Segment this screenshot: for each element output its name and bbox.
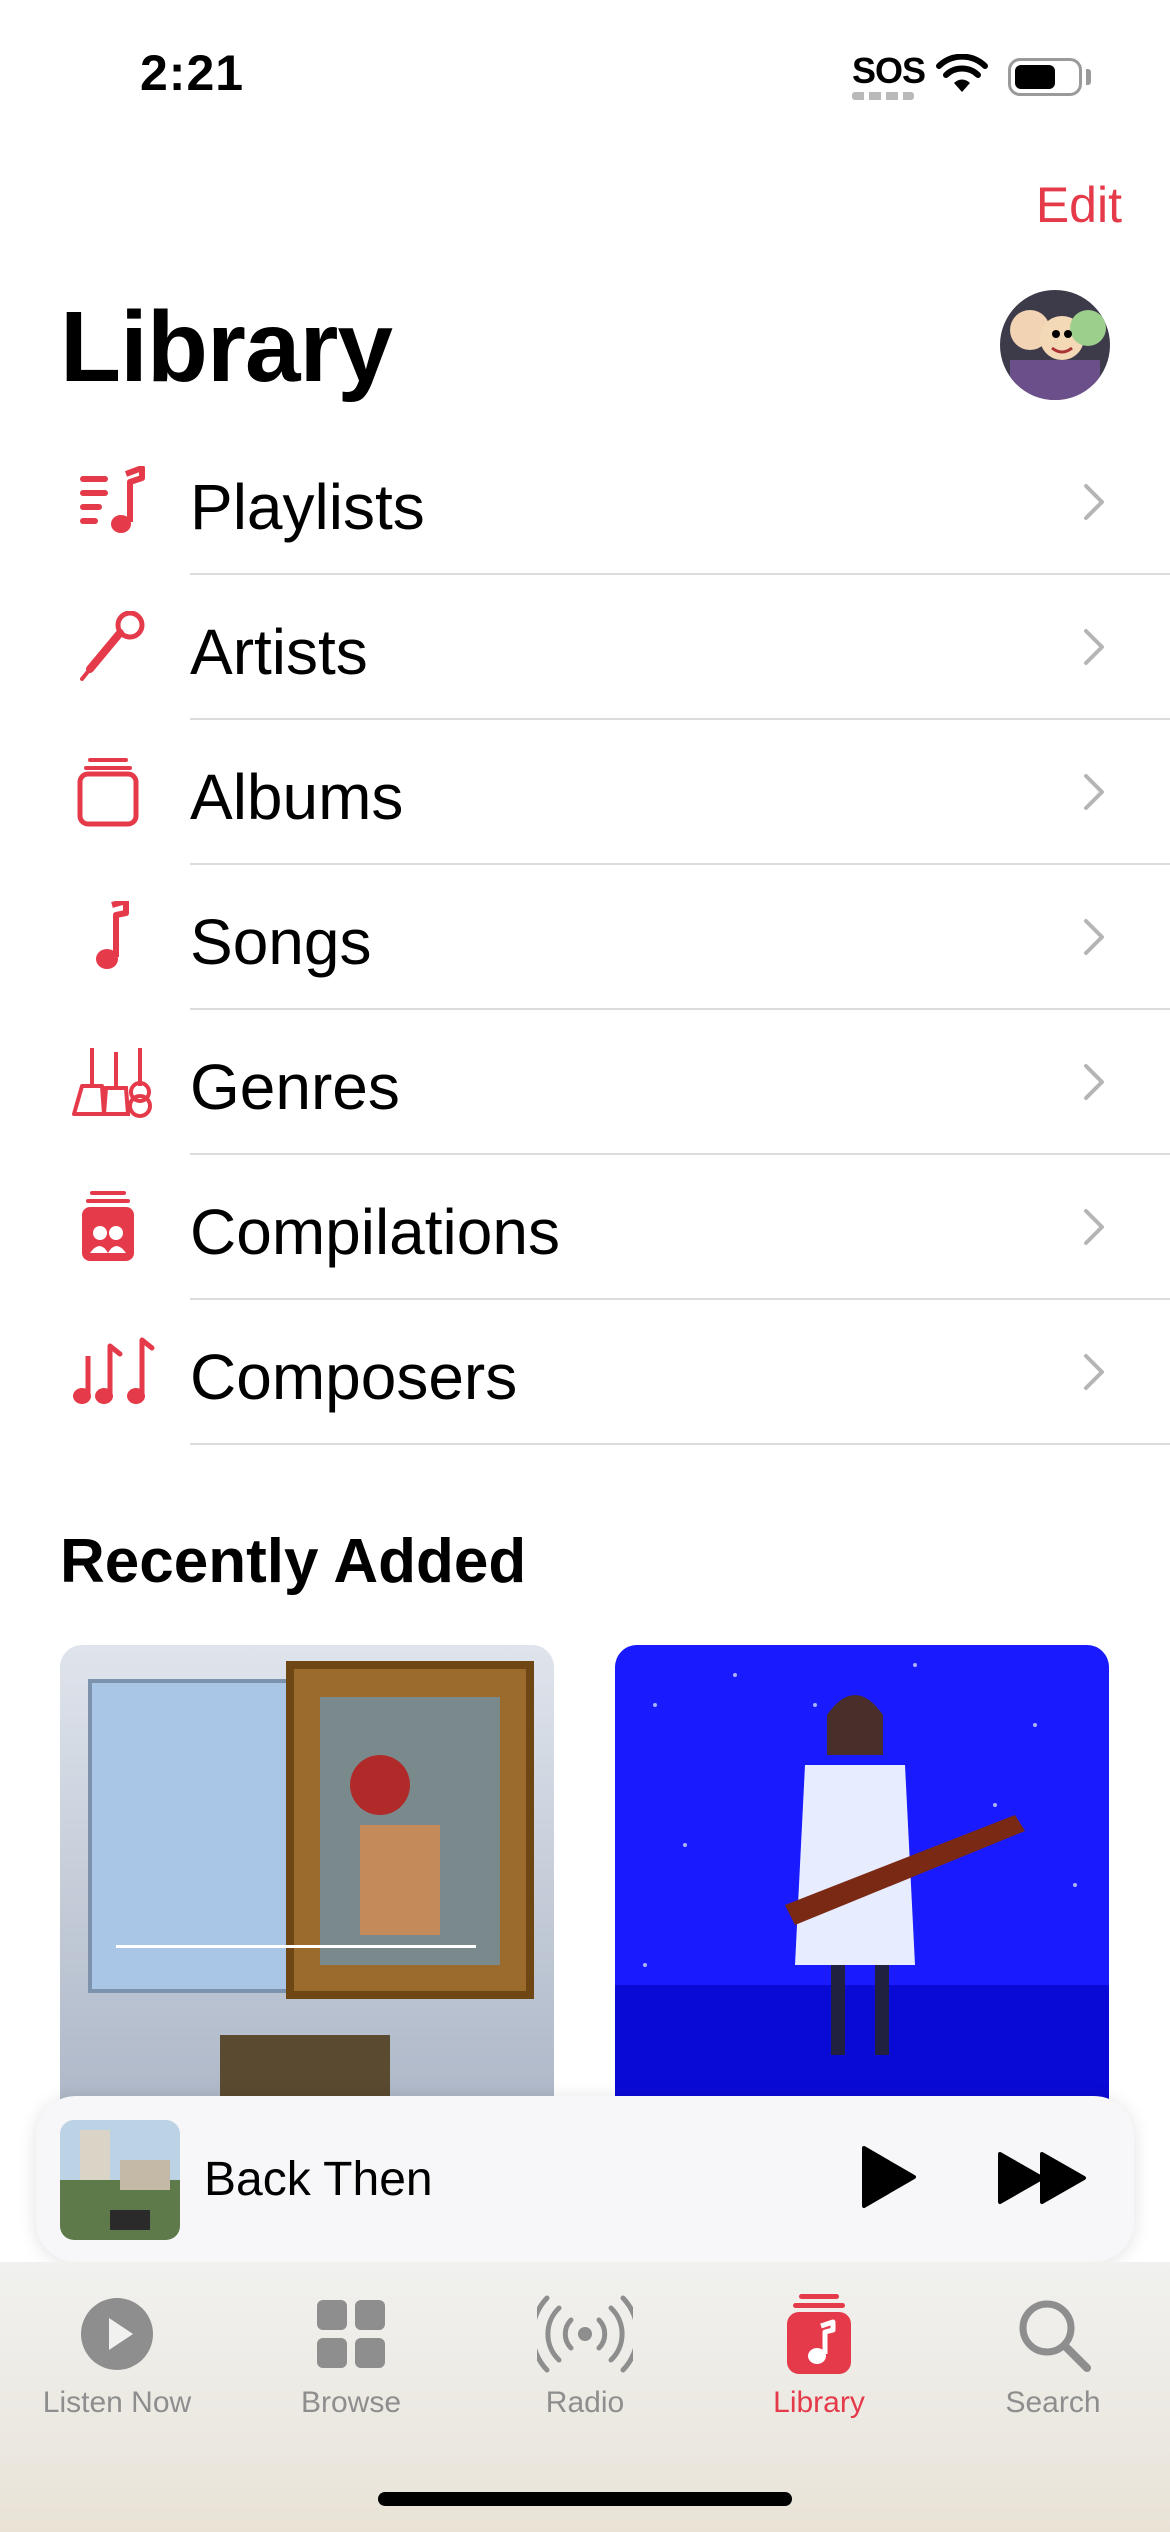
- home-indicator[interactable]: [378, 2492, 792, 2506]
- menu-row-artists[interactable]: Artists: [0, 575, 1170, 720]
- chevron-right-icon: [1084, 629, 1104, 665]
- menu-row-playlists[interactable]: Playlists: [0, 430, 1170, 575]
- fast-forward-icon[interactable]: [996, 2150, 1090, 2206]
- chevron-right-icon: [1084, 1064, 1104, 1100]
- tab-label: Library: [773, 2386, 865, 2419]
- menu-label-playlists: Playlists: [190, 471, 425, 543]
- row-divider: [190, 1443, 1170, 1445]
- recently-added-heading: Recently Added: [60, 1527, 527, 1596]
- microphone-icon: [80, 611, 145, 681]
- menu-row-composers[interactable]: Composers: [0, 1300, 1170, 1445]
- library-menu: Playlists Artists Albums Songs Genres Co…: [0, 430, 1170, 1445]
- menu-label-albums: Albums: [190, 761, 404, 833]
- mini-player[interactable]: Back Then: [36, 2096, 1134, 2262]
- chevron-right-icon: [1084, 1354, 1104, 1390]
- tab-library[interactable]: Library: [702, 2292, 936, 2420]
- battery-cap: [1086, 69, 1091, 85]
- tab-label: Browse: [300, 2386, 402, 2419]
- tab-browse[interactable]: Browse: [234, 2292, 468, 2420]
- sos-indicator: SOS: [852, 50, 926, 91]
- chevron-right-icon: [1084, 774, 1104, 810]
- grid-icon: [317, 2300, 385, 2368]
- album-card-2[interactable]: [615, 1645, 1109, 2105]
- chevron-right-icon: [1084, 484, 1104, 520]
- menu-row-genres[interactable]: Genres: [0, 1010, 1170, 1155]
- cellular-dots: [852, 92, 914, 100]
- battery-icon: [1008, 58, 1082, 96]
- mini-player-artwork: [60, 2120, 180, 2240]
- menu-label-genres: Genres: [190, 1051, 400, 1123]
- tab-search[interactable]: Search: [936, 2292, 1170, 2420]
- album-card-1[interactable]: [60, 1645, 554, 2105]
- menu-row-albums[interactable]: Albums: [0, 720, 1170, 865]
- album-art-1: [60, 1645, 554, 2105]
- library-icon: [787, 2294, 851, 2374]
- tab-label: Listen Now: [42, 2386, 192, 2419]
- magnifier-icon: [1019, 2300, 1091, 2372]
- menu-row-compilations[interactable]: Compilations: [0, 1155, 1170, 1300]
- chevron-right-icon: [1084, 1209, 1104, 1245]
- album-art-2: [615, 1645, 1109, 2105]
- tab-label: Radio: [545, 2386, 625, 2419]
- now-playing-title: Back Then: [204, 2153, 433, 2206]
- menu-row-songs[interactable]: Songs: [0, 865, 1170, 1010]
- tab-radio[interactable]: Radio: [468, 2292, 702, 2420]
- status-time: 2:21: [140, 45, 245, 101]
- play-icon[interactable]: [858, 2144, 918, 2210]
- playlist-icon: [80, 466, 145, 533]
- music-note-icon: [96, 901, 129, 969]
- tab-listen-now[interactable]: Listen Now: [0, 2292, 234, 2420]
- tab-label: Search: [1005, 2386, 1101, 2419]
- menu-label-compilations: Compilations: [190, 1196, 560, 1268]
- guitars-icon: [72, 1048, 152, 1118]
- radio-waves-icon: [537, 2295, 633, 2373]
- menu-label-artists: Artists: [190, 616, 368, 688]
- menu-label-composers: Composers: [190, 1341, 518, 1413]
- compilation-icon: [82, 1191, 134, 1261]
- album-stack-icon: [77, 758, 139, 827]
- chevron-right-icon: [1084, 919, 1104, 955]
- profile-avatar[interactable]: [1000, 290, 1110, 400]
- edit-button[interactable]: Edit: [1036, 176, 1122, 234]
- play-circle-icon: [81, 2298, 153, 2370]
- composer-notes-icon: [73, 1337, 155, 1404]
- wifi-icon: [936, 54, 988, 92]
- page-title: Library: [60, 291, 393, 403]
- menu-label-songs: Songs: [190, 906, 372, 978]
